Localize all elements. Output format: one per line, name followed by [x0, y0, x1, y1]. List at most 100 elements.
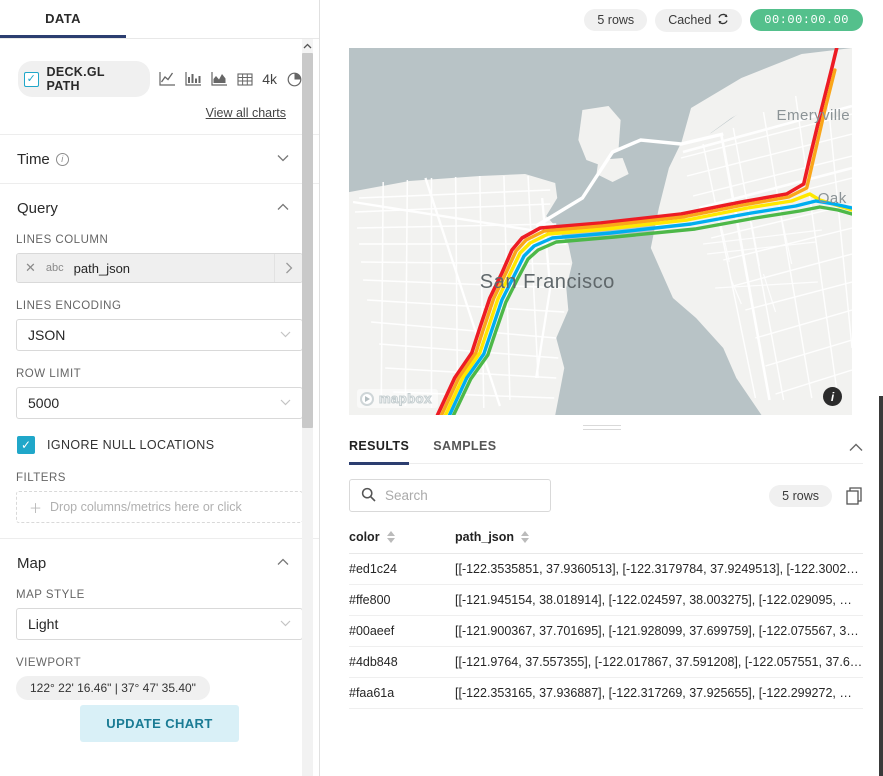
chevron-up-icon[interactable] — [277, 558, 289, 569]
viz-type-label: DECK.GL PATH — [47, 65, 139, 93]
cell-color: #ffe800 — [349, 585, 455, 616]
viz-type-row: ✓ DECK.GL PATH 4k — [0, 39, 319, 97]
resize-line — [583, 429, 621, 430]
mapbox-logo-icon — [360, 392, 374, 406]
results-collapse-icon[interactable] — [849, 441, 863, 463]
search-input[interactable] — [385, 488, 539, 503]
control-panel: DATA ✓ DECK.GL PATH — [0, 0, 320, 776]
column-header-color-label: color — [349, 530, 380, 544]
table-row[interactable]: #faa61a [[-122.353165, 37.936887], [-122… — [349, 678, 863, 709]
bar-chart-icon[interactable] — [185, 71, 202, 87]
results-table-body: #ed1c24 [[-122.3535851, 37.9360513], [-1… — [349, 554, 863, 709]
close-icon[interactable]: ✕ — [25, 260, 36, 276]
update-chart-button[interactable]: UPDATE CHART — [80, 705, 238, 742]
view-all-charts-link[interactable]: View all charts — [206, 106, 286, 120]
map-info-icon[interactable]: i — [823, 387, 842, 406]
sort-icon[interactable] — [387, 531, 395, 543]
column-header-path-json-inner[interactable]: path_json — [455, 530, 863, 544]
cached-badge[interactable]: Cached — [655, 9, 742, 32]
lines-encoding-control: LINES ENCODING JSON — [16, 300, 303, 366]
chevron-down-icon[interactable] — [277, 154, 289, 165]
scroll-up-arrow-icon[interactable] — [302, 39, 313, 53]
lines-column-label: LINES COLUMN — [16, 234, 303, 246]
cell-path-json: [[-121.9764, 37.557355], [-122.017867, 3… — [455, 647, 863, 678]
panel-resize-handle[interactable] — [320, 419, 883, 435]
ignore-null-locations-checkbox[interactable]: ✓ IGNORE NULL LOCATIONS — [16, 434, 303, 470]
search-icon — [361, 487, 376, 505]
update-chart-row: UPDATE CHART — [16, 700, 303, 742]
table-row[interactable]: #ffe800 [[-121.945154, 38.018914], [-122… — [349, 585, 863, 616]
control-panel-scrollbar-thumb[interactable] — [302, 53, 313, 428]
filters-dropzone[interactable]: ＋ Drop columns/metrics here or click — [16, 491, 303, 523]
table-row[interactable]: #4db848 [[-121.9764, 37.557355], [-122.0… — [349, 647, 863, 678]
big-number-icon[interactable]: 4k — [262, 71, 277, 87]
cached-label: Cached — [668, 13, 711, 27]
cell-path-json: [[-121.945154, 38.018914], [-122.024597,… — [455, 585, 863, 616]
cell-color: #faa61a — [349, 678, 455, 709]
map-style-select[interactable]: Light — [16, 608, 303, 640]
search-box[interactable] — [349, 479, 551, 512]
page-scrollbar-thumb[interactable] — [879, 396, 883, 776]
chevron-down-icon — [280, 619, 291, 630]
filters-label: FILTERS — [16, 472, 303, 484]
plus-icon: ＋ — [29, 498, 42, 517]
pie-chart-icon[interactable] — [286, 71, 303, 87]
deckgl-map[interactable]: San Francisco Emeryville Oak mapbox i — [349, 48, 852, 415]
row-limit-control: ROW LIMIT 5000 — [16, 368, 303, 434]
section-query-title: Query — [17, 200, 58, 217]
column-type-label: abc — [46, 262, 64, 274]
control-panel-scroll-area: ✓ DECK.GL PATH 4k — [0, 39, 319, 776]
section-time: Time i — [0, 134, 319, 183]
info-icon[interactable]: i — [56, 153, 69, 166]
section-map-header[interactable]: Map — [16, 539, 303, 587]
page-scrollbar-track[interactable] — [879, 0, 883, 776]
sort-icon[interactable] — [521, 531, 529, 543]
section-time-header[interactable]: Time i — [16, 135, 303, 183]
ignore-null-locations-label: IGNORE NULL LOCATIONS — [47, 438, 214, 452]
table-row[interactable]: #00aeef [[-121.900367, 37.701695], [-121… — [349, 616, 863, 647]
results-table: color path_json — [349, 530, 863, 709]
viz-type-selected-pill[interactable]: ✓ DECK.GL PATH — [18, 61, 150, 97]
section-map-title: Map — [17, 555, 46, 572]
lines-column-value: path_json — [74, 261, 130, 276]
chevron-down-icon — [280, 398, 291, 409]
lines-column-control: LINES COLUMN ✕ abc path_json — [16, 234, 303, 298]
lines-encoding-select[interactable]: JSON — [16, 319, 303, 351]
cell-path-json: [[-122.353165, 37.936887], [-122.317269,… — [455, 678, 863, 709]
row-limit-select[interactable]: 5000 — [16, 387, 303, 419]
results-table-wrap: color path_json — [349, 530, 863, 709]
lines-column-field[interactable]: ✕ abc path_json — [16, 253, 303, 283]
viewport-value[interactable]: 122° 22' 16.46" | 37° 47' 35.40" — [16, 676, 210, 700]
tab-data[interactable]: DATA — [0, 11, 126, 38]
column-header-color[interactable]: color — [349, 530, 455, 554]
map-style-value: Light — [28, 616, 58, 632]
section-time-title: Time — [17, 151, 50, 168]
cell-color: #ed1c24 — [349, 554, 455, 585]
chevron-up-icon[interactable] — [277, 203, 289, 214]
copy-icon[interactable] — [846, 487, 863, 505]
area-chart-icon[interactable] — [211, 71, 228, 87]
results-tabbar: RESULTS SAMPLES — [349, 439, 863, 464]
cell-color: #4db848 — [349, 647, 455, 678]
section-map: Map MAP STYLE Light VIEWPORT — [0, 538, 319, 742]
chart-panel: 5 rows Cached 00:00:00.00 — [320, 0, 883, 776]
mapbox-attribution[interactable]: mapbox — [357, 389, 438, 408]
tab-samples[interactable]: SAMPLES — [433, 439, 496, 465]
refresh-icon[interactable] — [717, 13, 729, 28]
app-root: DATA ✓ DECK.GL PATH — [0, 0, 883, 776]
chevron-right-icon[interactable] — [274, 254, 302, 282]
chevron-down-icon — [280, 330, 291, 341]
tab-results[interactable]: RESULTS — [349, 439, 409, 465]
mapbox-label: mapbox — [379, 391, 432, 406]
viewport-label: VIEWPORT — [16, 657, 303, 669]
resize-line — [583, 425, 621, 426]
table-row[interactable]: #ed1c24 [[-122.3535851, 37.9360513], [-1… — [349, 554, 863, 585]
column-header-path-json[interactable]: path_json — [455, 530, 863, 554]
line-chart-icon[interactable] — [159, 71, 176, 87]
section-query-header[interactable]: Query — [16, 184, 303, 232]
lines-column-chip[interactable]: ✕ abc path_json — [17, 254, 274, 282]
query-timer: 00:00:00.00 — [750, 9, 863, 31]
control-panel-tabbar: DATA — [0, 0, 319, 39]
column-header-color-inner[interactable]: color — [349, 530, 455, 544]
table-icon[interactable] — [237, 72, 253, 87]
